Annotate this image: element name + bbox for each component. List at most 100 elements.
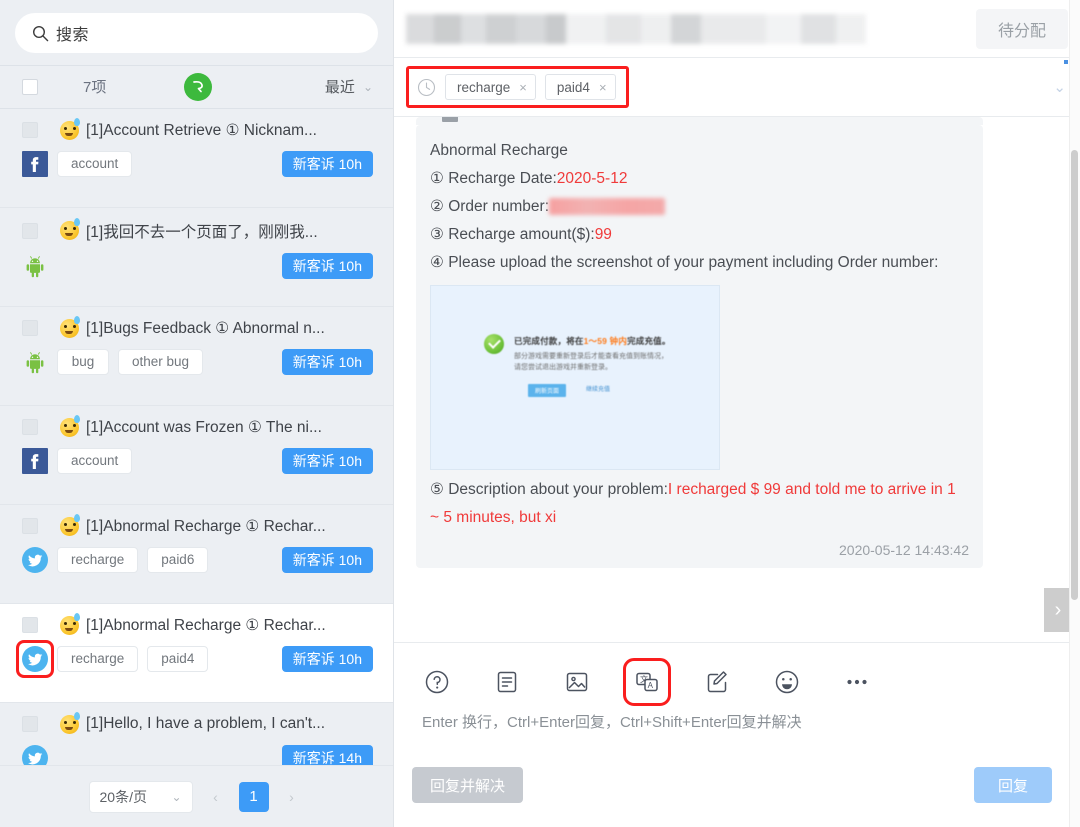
ticket-tag[interactable]: bug: [57, 348, 109, 375]
search-icon: [32, 25, 49, 42]
help-circle-icon[interactable]: [422, 667, 452, 697]
ticket-checkbox[interactable]: [22, 222, 38, 239]
ticket-checkbox[interactable]: [22, 617, 38, 634]
status-badge[interactable]: 待分配: [975, 8, 1068, 49]
page-size-select[interactable]: 20条/页 ⌄: [88, 780, 193, 813]
line-value-redacted: 1400814085799: [549, 198, 666, 215]
search-placeholder: 搜索: [56, 27, 90, 44]
ticket-row-meta: 新客诉 10h: [22, 252, 373, 279]
ticket-list-item[interactable]: [1]Abnormal Recharge ① Rechar... recharge…: [0, 603, 393, 703]
line-number: ②: [430, 198, 444, 215]
ticket-checkbox[interactable]: [22, 518, 38, 535]
line-number: ①: [430, 170, 444, 187]
ticket-title: [1]Account Retrieve ① Nicknam...: [86, 121, 317, 139]
ticket-checkbox[interactable]: [22, 320, 38, 337]
ticket-list-item[interactable]: [1]Account Retrieve ① Nicknam... account 新…: [0, 109, 393, 208]
platform-twitter-icon: [22, 744, 48, 765]
ticket-row-meta: account 新客诉 10h: [22, 447, 373, 474]
ticket-tag[interactable]: account: [57, 447, 133, 474]
ellipsis-icon[interactable]: [842, 667, 872, 697]
next-page-button[interactable]: ›: [279, 782, 305, 812]
line-number: ⑤: [430, 481, 444, 498]
ticket-list[interactable]: [1]Account Retrieve ① Nicknam... account 新…: [0, 108, 393, 765]
sort-dropdown[interactable]: 最近 ⌄: [325, 76, 373, 97]
platform-facebook-icon: [22, 150, 48, 177]
ticket-title: [1]Bugs Feedback ① Abnormal n...: [86, 319, 325, 337]
reply-and-resolve-button[interactable]: 回复并解决: [412, 767, 524, 803]
ticket-checkbox[interactable]: [22, 419, 38, 436]
ticket-title: [1]Abnormal Recharge ① Rechar...: [86, 616, 326, 634]
chevron-down-icon: ⌄: [171, 789, 182, 804]
prev-page-button[interactable]: ‹: [203, 782, 229, 812]
line-number: ③: [430, 226, 444, 243]
ticket-tag[interactable]: recharge: [57, 645, 139, 672]
ticket-status-badge: 新客诉 10h: [281, 546, 373, 573]
page-size-label: 20条/页: [99, 788, 147, 805]
ticket-row-title: [1]Hello, I have a problem, I can't...: [22, 711, 373, 734]
line-label: Please upload the screenshot of your pay…: [448, 254, 939, 271]
ticket-row-meta: account 新客诉 10h: [22, 150, 373, 177]
svg-text:A: A: [648, 681, 654, 690]
close-icon[interactable]: ×: [519, 81, 527, 94]
reply-button[interactable]: 回复: [973, 767, 1052, 803]
ticket-row-meta: bug other bug 新客诉 10h: [22, 348, 373, 375]
chat-tag-recharge[interactable]: recharge ×: [445, 74, 536, 100]
ticket-tag[interactable]: paid4: [147, 645, 209, 672]
ticket-list-item[interactable]: [1]Account was Frozen ① The ni... account…: [0, 406, 393, 505]
ticket-avatar-emoji-icon: [60, 711, 80, 734]
line-value: 99: [594, 226, 612, 243]
expand-chevron-icon[interactable]: ⌄: [1053, 78, 1066, 96]
ticket-tag[interactable]: recharge: [57, 546, 139, 573]
ticket-count-label: 7项: [83, 79, 107, 97]
expand-side-panel-button[interactable]: ›: [1044, 588, 1072, 632]
line-label: Recharge Date:: [448, 170, 557, 187]
ticket-status-badge: 新客诉 14h: [281, 744, 373, 765]
composer-actions: 回复并解决 回复: [394, 767, 1080, 803]
ticket-row-title: [1]Account Retrieve ① Nicknam...: [22, 117, 373, 140]
ticket-checkbox[interactable]: [22, 716, 38, 733]
tag-group-highlighted[interactable]: recharge × paid4 ×: [406, 66, 629, 108]
translate-icon[interactable]: 文 A: [623, 658, 671, 706]
document-icon[interactable]: [492, 667, 522, 697]
ticket-list-item[interactable]: [1]Abnormal Recharge ① Rechar... recharge…: [0, 505, 393, 604]
composer-toolbar: 文 A: [394, 643, 1080, 706]
ticket-status-badge: 新客诉 10h: [281, 645, 373, 672]
image-icon[interactable]: [562, 667, 592, 697]
clock-icon: [417, 78, 436, 97]
message-heading: Abnormal Recharge: [430, 142, 568, 159]
app-root: 搜索 7项 最近 ⌄ [1]Account Retrieve ① Nicknam…: [0, 0, 1080, 827]
select-all-checkbox[interactable]: [22, 78, 38, 95]
success-check-icon: [484, 334, 504, 354]
ticket-row-title: [1]Abnormal Recharge ① Rechar...: [22, 513, 373, 536]
payment-screenshot-attachment[interactable]: 已完成付款，将在1～59 钟内完成充值。 部分游戏需要重新登录后才能查看充值到账…: [430, 285, 720, 470]
message-composer: 文 A Enter 换行，Ctrl+Enter回复，Ctrl+Shift+Ent…: [394, 643, 1080, 827]
ticket-tag[interactable]: account: [57, 150, 133, 177]
edit-square-icon[interactable]: [702, 667, 732, 697]
ticket-list-item[interactable]: [1]Hello, I have a problem, I can't... 新客…: [0, 703, 393, 765]
attachment-link-button: 继续充值: [586, 387, 611, 393]
page-number-1[interactable]: 1: [238, 781, 269, 812]
scrollbar-thumb[interactable]: [1071, 150, 1078, 600]
ticket-list-item[interactable]: [1]Bugs Feedback ① Abnormal n... bug other…: [0, 307, 393, 406]
ticket-avatar-emoji-icon: [60, 414, 80, 437]
ticket-avatar-emoji-icon: [60, 513, 80, 536]
close-icon[interactable]: ×: [599, 81, 607, 94]
ticket-row-meta: recharge paid6 新客诉 10h: [22, 546, 373, 573]
smiley-icon[interactable]: [772, 667, 802, 697]
message-area: Abnormal Recharge ① Recharge Date:2020-5…: [394, 117, 1080, 643]
ticket-status-badge: 新客诉 10h: [281, 150, 373, 177]
ticket-checkbox[interactable]: [22, 122, 38, 139]
green-circle-icon[interactable]: [184, 72, 213, 101]
ticket-tag[interactable]: paid6: [147, 546, 209, 573]
conversation-header: 待分配: [394, 0, 1080, 58]
search-input[interactable]: 搜索: [15, 13, 378, 53]
list-toolbar: 7项 最近 ⌄: [0, 65, 393, 109]
attachment-line-1: 已完成付款，将在1～59 钟内完成充值。: [514, 336, 671, 346]
ticket-tag[interactable]: other bug: [118, 348, 204, 375]
page-scrollbar[interactable]: [1069, 0, 1080, 827]
ticket-avatar-emoji-icon: [60, 218, 80, 241]
chevron-down-icon: ⌄: [362, 79, 373, 94]
chat-tag-paid4[interactable]: paid4 ×: [544, 74, 616, 100]
ticket-list-item[interactable]: [1]我回不去一个页面了，刚刚我... 新客诉 10h: [0, 208, 393, 307]
ticket-title: [1]我回不去一个页面了，刚刚我...: [86, 223, 318, 241]
